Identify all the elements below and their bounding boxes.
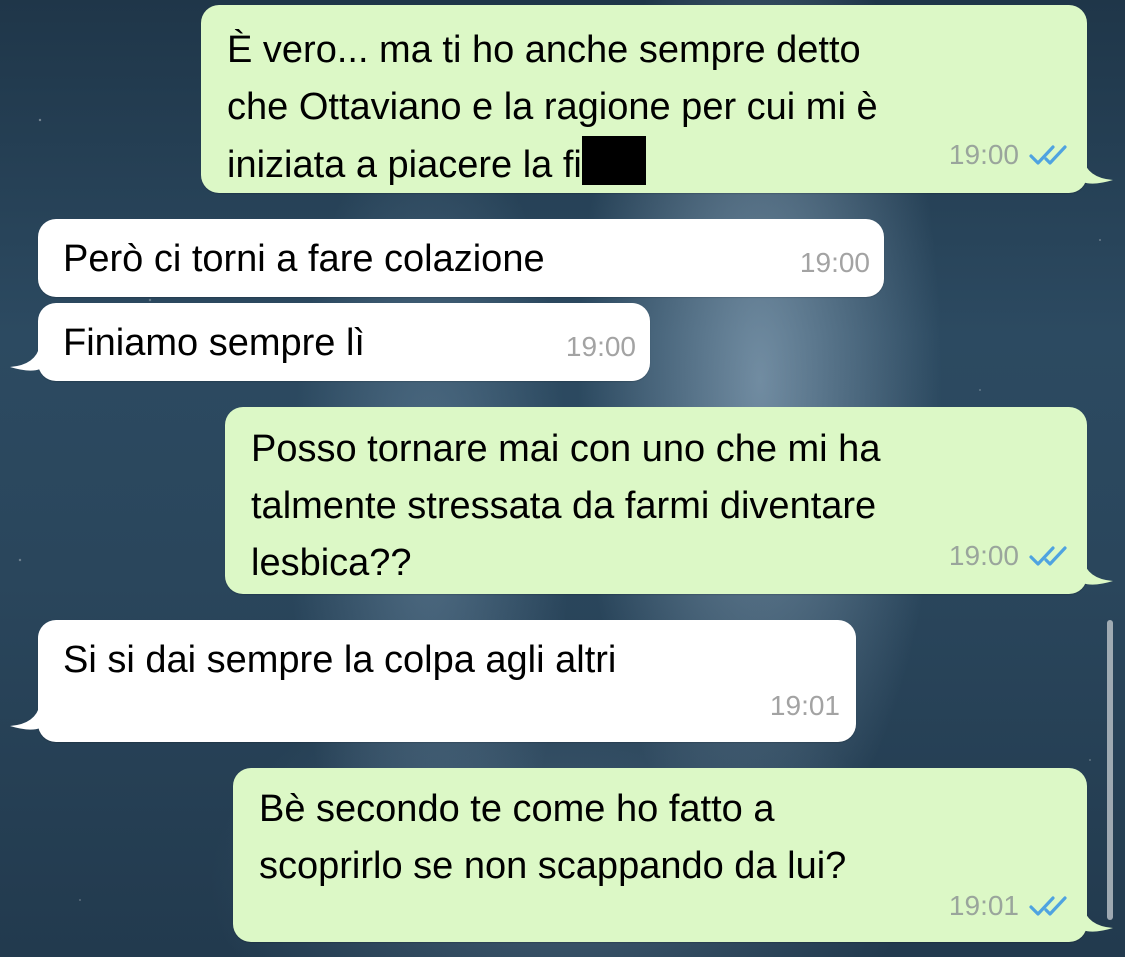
message-time: 19:01 — [769, 690, 840, 721]
message-text: Si si dai sempre la colpa agli altri — [63, 639, 617, 681]
message-text: Però ci torni a fare colazione — [63, 238, 545, 280]
bubble-tail — [1083, 559, 1113, 585]
message-bubble-outgoing[interactable]: Bè secondo te come ho fatto a scoprirlo … — [233, 768, 1087, 942]
bubble-tail — [1083, 158, 1113, 184]
message-text: Bè secondo te come ho fatto a scoprirlo … — [259, 788, 847, 887]
message-text: Posso tornare mai con uno che mi ha talm… — [251, 428, 881, 584]
message-text: È vero... ma ti ho anche sempre detto ch… — [227, 29, 878, 186]
double-check-read-icon — [1029, 544, 1073, 568]
message-time: 19:00 — [948, 540, 1019, 571]
message-meta: 19:00 — [800, 234, 870, 291]
message-meta: 19:00 — [566, 318, 636, 375]
message-meta: 19:00 — [949, 527, 1073, 584]
message-meta: 19:01 — [770, 677, 840, 734]
message-bubble-outgoing[interactable]: Posso tornare mai con uno che mi ha talm… — [225, 407, 1087, 594]
double-check-read-icon — [1029, 894, 1073, 918]
message-bubble-incoming[interactable]: Finiamo sempre lì 19:00 — [38, 303, 650, 381]
message-time: 19:00 — [799, 247, 870, 278]
message-time: 19:00 — [565, 331, 636, 362]
message-bubble-incoming[interactable]: Però ci torni a fare colazione 19:00 — [38, 219, 884, 297]
message-bubble-outgoing[interactable]: È vero... ma ti ho anche sempre detto ch… — [201, 5, 1087, 193]
message-bubble-incoming[interactable]: Si si dai sempre la colpa agli altri 19:… — [38, 620, 856, 742]
message-text: Finiamo sempre lì — [63, 322, 365, 364]
bubble-tail — [10, 345, 40, 371]
message-time: 19:00 — [948, 139, 1019, 170]
scrollbar[interactable] — [1107, 620, 1113, 920]
message-time: 19:01 — [948, 890, 1019, 921]
redaction-block — [581, 136, 646, 185]
double-check-read-icon — [1029, 143, 1073, 167]
bubble-tail — [10, 704, 40, 730]
message-meta: 19:00 — [949, 126, 1073, 183]
message-meta: 19:01 — [949, 877, 1073, 934]
